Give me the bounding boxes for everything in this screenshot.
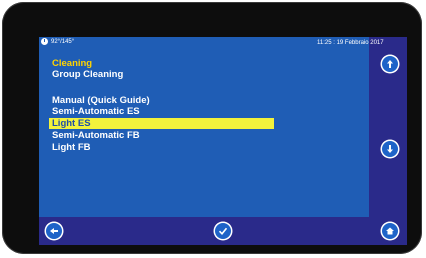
menu-item-semi-automatic-es[interactable]: Semi-Automatic ES: [52, 106, 140, 117]
scroll-up-button[interactable]: [382, 56, 398, 72]
back-icon: [50, 228, 58, 234]
display-screen: 92°/145° 11:25 : 19 Febbraio 2017 Cleani…: [39, 37, 407, 245]
check-icon: [218, 227, 228, 236]
confirm-button[interactable]: [215, 223, 231, 239]
home-icon: [386, 227, 394, 235]
back-button[interactable]: [46, 223, 62, 239]
device-bezel: 92°/145° 11:25 : 19 Febbraio 2017 Cleani…: [2, 2, 422, 254]
thermometer-icon: [41, 38, 48, 45]
content-area: 92°/145° 11:25 : 19 Febbraio 2017 Cleani…: [39, 37, 384, 217]
arrow-down-icon: [387, 145, 393, 153]
menu-item-group-cleaning[interactable]: Group Cleaning: [52, 69, 123, 80]
home-button[interactable]: [382, 223, 398, 239]
menu-item-light-fb[interactable]: Light FB: [52, 142, 91, 153]
menu-item-light-es[interactable]: Light ES: [49, 118, 274, 129]
menu-item-manual[interactable]: Manual (Quick Guide): [52, 95, 150, 106]
scroll-down-button[interactable]: [382, 141, 398, 157]
status-datetime: 11:25 : 19 Febbraio 2017: [317, 40, 384, 46]
temperature-readout: 92°/145°: [51, 38, 75, 45]
menu-title: Cleaning: [52, 58, 93, 69]
status-temperatures: 92°/145°: [41, 38, 74, 45]
menu-item-semi-automatic-fb[interactable]: Semi-Automatic FB: [52, 130, 140, 141]
arrow-up-icon: [387, 60, 393, 68]
